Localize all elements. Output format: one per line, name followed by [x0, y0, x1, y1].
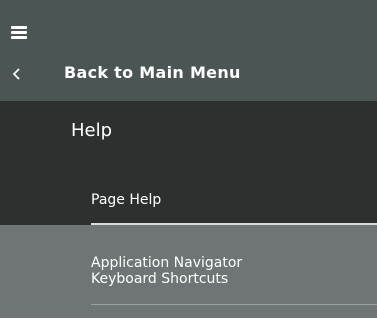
menu-item-label: Page Help	[91, 192, 162, 208]
menu-item-label: Application Navigator Keyboard Shortcuts	[91, 255, 242, 287]
back-to-main-menu-label: Back to Main Menu	[64, 63, 241, 82]
section-header: Help	[0, 101, 377, 163]
chevron-left-icon	[12, 68, 20, 80]
menu-divider	[91, 304, 377, 305]
back-to-main-menu-link[interactable]: Back to Main Menu	[0, 58, 377, 92]
help-navigation-panel: Back to Main Menu Help Page Help Applica…	[0, 0, 377, 318]
menu-item-keyboard-shortcuts[interactable]: Application Navigator Keyboard Shortcuts	[0, 225, 377, 318]
top-header: Back to Main Menu	[0, 0, 377, 101]
menu-item-page-help[interactable]: Page Help	[0, 163, 377, 225]
menu-item-label-line1: Application Navigator	[91, 255, 243, 271]
menu-item-label-line2: Keyboard Shortcuts	[91, 271, 229, 287]
section-title: Help	[71, 120, 113, 141]
hamburger-menu-icon[interactable]	[11, 26, 27, 39]
